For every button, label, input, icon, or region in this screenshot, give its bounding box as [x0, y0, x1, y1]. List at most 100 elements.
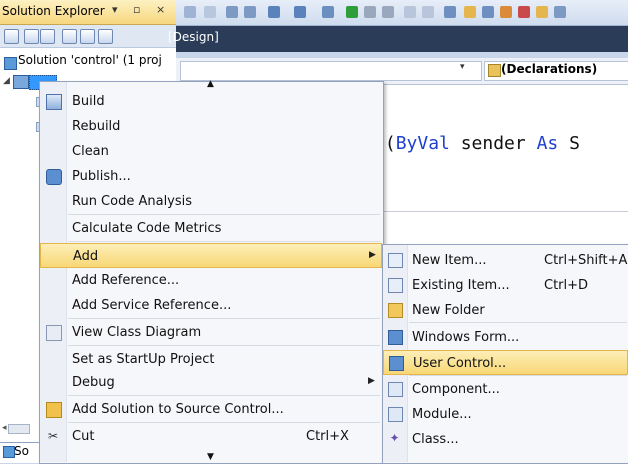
submenu-item-new-folder[interactable]: New Folder — [383, 298, 628, 323]
submenu-item-label: User Control... — [413, 356, 507, 371]
undo-icon[interactable] — [268, 6, 280, 18]
submenu-item-label: New Item... — [412, 253, 487, 268]
menu-separator — [409, 375, 627, 376]
menu-item-add-to-source-control[interactable]: Add Solution to Source Control... — [40, 397, 382, 422]
uncomment-icon[interactable] — [422, 6, 434, 18]
menu-item-label: Build — [72, 94, 105, 109]
copy-icon[interactable] — [184, 6, 196, 18]
submenu-arrow-icon: ▶ — [369, 250, 376, 260]
menu-item-label: Set as StartUp Project — [72, 352, 215, 367]
menu-item-label: Add Service Reference... — [72, 298, 232, 313]
submenu-arrow-icon: ▶ — [368, 376, 375, 386]
menu-item-label: Rebuild — [72, 119, 121, 134]
refresh-icon[interactable] — [40, 29, 55, 44]
menu-item-clean[interactable]: Clean — [40, 139, 382, 164]
scroll-left-icon[interactable]: ◂ — [2, 423, 7, 433]
show-all-files-icon[interactable] — [24, 29, 39, 44]
menu-item-run-code-analysis[interactable]: Run Code Analysis — [40, 189, 382, 214]
menu-item-shortcut: Ctrl+X — [306, 429, 349, 444]
solution-node[interactable]: Solution 'control' (1 proj — [18, 53, 162, 67]
code-keyword: As — [536, 133, 559, 154]
menu-item-label: Add — [73, 249, 99, 264]
expand-arrow-icon[interactable]: ◢ — [3, 76, 10, 86]
menu-item-add-service-reference[interactable]: Add Service Reference... — [40, 293, 382, 318]
submenu-item-label: Component... — [412, 382, 500, 397]
menu-separator — [409, 322, 627, 323]
comment-icon[interactable] — [404, 6, 416, 18]
submenu-item-shortcut: Ctrl+Shift+A — [544, 253, 628, 268]
menu-item-view-class-diagram[interactable]: View Class Diagram — [40, 320, 382, 345]
view-designer-icon[interactable] — [80, 29, 95, 44]
existing-item-icon — [388, 278, 403, 293]
tab-design[interactable]: [Design] — [168, 30, 219, 44]
menu-separator — [68, 395, 380, 396]
solution-icon — [4, 57, 17, 70]
method-separator — [380, 211, 628, 212]
properties-window-icon[interactable] — [482, 6, 494, 18]
menu-item-label: View Class Diagram — [72, 325, 202, 340]
menu-separator — [68, 214, 380, 215]
view-code-icon[interactable] — [62, 29, 77, 44]
submenu-item-windows-form[interactable]: Windows Form... — [383, 325, 628, 350]
panel-window-controls[interactable]: ▾ ▫ × — [112, 3, 171, 16]
submenu-item-shortcut: Ctrl+D — [544, 278, 589, 293]
publish-icon — [46, 169, 62, 185]
submenu-item-new-item[interactable]: New Item... Ctrl+Shift+A — [383, 248, 628, 273]
bottom-tab-label: So — [14, 444, 29, 458]
chevron-down-icon[interactable]: ▾ — [460, 62, 465, 72]
stop-icon[interactable] — [382, 6, 394, 18]
find-in-files-icon[interactable] — [444, 6, 456, 18]
menu-item-rebuild[interactable]: Rebuild — [40, 114, 382, 139]
submenu-item-label: Existing Item... — [412, 278, 510, 293]
submenu-item-module[interactable]: Module... — [383, 402, 628, 427]
menu-item-calculate-code-metrics[interactable]: Calculate Code Metrics — [40, 216, 382, 241]
menu-item-label: Debug — [72, 375, 115, 390]
menu-item-publish[interactable]: Publish... — [40, 164, 382, 189]
class-name-dropdown[interactable] — [180, 61, 482, 81]
submenu-item-component[interactable]: Component... — [383, 377, 628, 402]
menu-item-set-startup-project[interactable]: Set as StartUp Project — [40, 347, 382, 372]
menu-item-cut[interactable]: ✂ Cut Ctrl+X — [40, 424, 382, 449]
submenu-item-user-control[interactable]: User Control... — [383, 350, 628, 375]
document-tab-strip — [176, 26, 628, 52]
windows-form-icon — [388, 330, 403, 345]
redo-icon[interactable] — [294, 6, 306, 18]
start-page-icon[interactable] — [536, 6, 548, 18]
menu-item-label: Add Solution to Source Control... — [72, 402, 284, 417]
find-icon[interactable] — [204, 6, 216, 18]
menu-item-build[interactable]: Build — [40, 89, 382, 114]
toolbox-icon[interactable] — [518, 6, 530, 18]
object-browser-icon[interactable] — [500, 6, 512, 18]
submenu-item-label: New Folder — [412, 303, 485, 318]
properties-icon[interactable] — [4, 29, 19, 44]
solution-explorer-icon[interactable] — [464, 6, 476, 18]
indent-icon[interactable] — [244, 6, 256, 18]
menu-item-label: Clean — [72, 144, 109, 159]
class-view-icon[interactable] — [98, 29, 113, 44]
submenu-item-class[interactable]: ✦ Class... — [383, 427, 628, 452]
menu-item-debug[interactable]: Debug ▶ — [40, 370, 382, 395]
menu-item-label: Cut — [72, 429, 95, 444]
pause-icon[interactable] — [364, 6, 376, 18]
class-diagram-icon — [46, 325, 62, 341]
menu-item-add-reference[interactable]: Add Reference... — [40, 268, 382, 293]
scroll-up-icon[interactable]: ▲ — [207, 79, 214, 89]
outdent-icon[interactable] — [226, 6, 238, 18]
start-debugging-icon[interactable] — [346, 6, 358, 18]
extension-manager-icon[interactable] — [554, 6, 566, 18]
navigate-icon[interactable] — [322, 6, 334, 18]
code-line[interactable]: d(ByVal sender As S — [374, 133, 580, 154]
scroll-down-icon[interactable]: ▼ — [207, 452, 214, 462]
menu-item-label: Calculate Code Metrics — [72, 221, 222, 236]
class-icon: ✦ — [389, 431, 400, 445]
solution-explorer-toolbar — [0, 25, 176, 48]
code-text: S — [558, 133, 580, 154]
source-control-icon — [46, 402, 62, 418]
horizontal-scrollbar-thumb[interactable] — [8, 424, 30, 434]
new-item-icon — [388, 253, 403, 268]
declarations-label: (Declarations) — [501, 62, 598, 76]
code-keyword: ByVal — [395, 133, 450, 154]
submenu-item-existing-item[interactable]: Existing Item... Ctrl+D — [383, 273, 628, 298]
menu-item-add[interactable]: Add ▶ — [40, 243, 382, 268]
submenu-item-label: Module... — [412, 407, 472, 422]
